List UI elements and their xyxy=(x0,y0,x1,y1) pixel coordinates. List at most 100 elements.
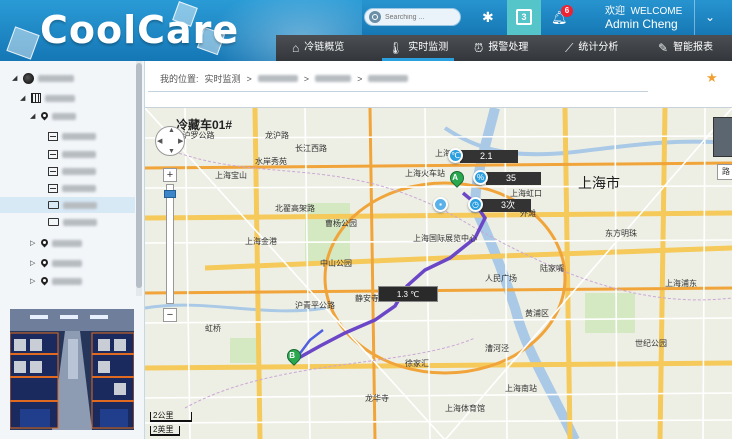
map-type-toggle[interactable] xyxy=(713,117,732,157)
user-name: Admin Cheng xyxy=(605,17,678,31)
breadcrumb-current[interactable]: 实时监测 xyxy=(205,72,241,85)
tree-item-location[interactable]: ◢ xyxy=(30,108,76,124)
alarm-clock-icon: ⏰︎ xyxy=(474,41,484,55)
map-label: 陆家嘴 xyxy=(540,264,564,273)
map-label: 上海体育馆 xyxy=(445,404,485,413)
map-label: 长江西路 xyxy=(295,144,327,153)
location-pin-icon xyxy=(41,277,48,286)
nav-item-reports[interactable]: ✎ 智能报表 xyxy=(658,35,713,61)
map-label: 中山公园 xyxy=(320,259,352,268)
pan-down-icon[interactable]: ▼ xyxy=(168,148,175,155)
zoom-slider-thumb[interactable] xyxy=(164,190,176,198)
realtime-map[interactable]: 冷藏车01# 2号沪罗公路 龙沪路 长江西路 水岸秀苑 上海宝山 上海金港 曹杨… xyxy=(145,107,732,439)
map-label: 人民广场 xyxy=(485,274,517,283)
tree-scrollbar-thumb[interactable] xyxy=(136,63,142,288)
expand-arrow-icon[interactable]: ▷ xyxy=(30,277,37,285)
redacted-label xyxy=(52,277,82,285)
nav-item-overview[interactable]: ⌂ 冷链概览 xyxy=(292,35,344,61)
report-icon: ✎ xyxy=(658,41,669,55)
map-label: 上海南站 xyxy=(505,384,537,393)
redacted-label xyxy=(62,184,96,192)
collapse-arrow-icon[interactable]: ◢ xyxy=(12,74,19,82)
zoom-slider[interactable] xyxy=(166,184,174,304)
scale-bar-mi: 2英里 xyxy=(150,426,180,436)
tree-item-truck-selected[interactable] xyxy=(0,197,135,213)
tree-item-sensor[interactable] xyxy=(48,163,96,179)
chevron-down-icon[interactable]: ⌄ xyxy=(705,10,717,24)
map-label: 曹杨公园 xyxy=(325,219,357,228)
nav-item-statistics[interactable]: ⟋ 统计分析 xyxy=(565,35,618,61)
breadcrumb-separator: > xyxy=(246,73,252,84)
search-input[interactable] xyxy=(385,11,457,24)
redacted-label xyxy=(45,94,75,102)
expand-arrow-icon[interactable]: ▷ xyxy=(30,239,37,247)
welcome-en: WELCOME xyxy=(630,6,683,17)
notification-badge: 6 xyxy=(561,5,573,17)
map-label: 上海火车站 xyxy=(405,169,445,178)
vehicle-marker[interactable]: ▪ xyxy=(433,197,448,212)
tree-item-root[interactable]: ◢ xyxy=(12,70,74,86)
breadcrumb-separator: > xyxy=(357,73,363,84)
pan-up-icon[interactable]: ▲ xyxy=(168,127,175,134)
map-label: 上海宝山 xyxy=(215,171,247,180)
redacted-label xyxy=(62,132,96,140)
tree-item-sensor[interactable] xyxy=(48,180,96,196)
pan-left-icon[interactable]: ◀ xyxy=(157,137,162,145)
nav-label: 实时监测 xyxy=(408,42,449,53)
divider xyxy=(694,0,695,35)
map-label: 漕河泾 xyxy=(485,344,509,353)
expand-arrow-icon[interactable]: ▷ xyxy=(30,259,37,267)
redacted-label xyxy=(368,75,409,82)
pan-right-icon[interactable]: ▶ xyxy=(178,137,183,145)
tree-item-truck[interactable] xyxy=(48,214,97,230)
redacted-label xyxy=(257,75,298,82)
search-box[interactable] xyxy=(364,8,461,26)
search-icon xyxy=(369,11,381,23)
pin-label: A xyxy=(452,173,459,183)
redacted-label xyxy=(38,74,74,82)
favorite-star-icon[interactable]: ★ xyxy=(706,70,718,86)
map-label: 龙沪路 xyxy=(265,131,289,140)
road-map-button[interactable]: 路 xyxy=(717,164,732,180)
redacted-label xyxy=(315,75,352,82)
map-label: 上海浦东 xyxy=(665,279,697,288)
zoom-in-button[interactable]: + xyxy=(163,168,177,182)
nav-label: 统计分析 xyxy=(578,42,619,53)
tree-item-warehouse[interactable]: ◢ xyxy=(20,90,75,106)
map-label: 虹桥 xyxy=(205,324,221,333)
tree-item-location[interactable]: ▷ xyxy=(30,273,82,289)
nav-label: 智能报表 xyxy=(673,42,714,53)
calendar-button[interactable]: 3 xyxy=(507,0,541,35)
sensor-icon xyxy=(48,149,58,159)
gear-icon[interactable]: ✱ xyxy=(482,10,496,24)
map-label: 水岸秀苑 xyxy=(255,157,287,166)
camera-feed-image xyxy=(10,309,134,430)
tree-item-location[interactable]: ▷ xyxy=(30,255,82,271)
humidity-marker[interactable]: % xyxy=(473,170,488,185)
tree-item-sensor[interactable] xyxy=(48,128,96,144)
tree-item-sensor[interactable] xyxy=(48,146,96,162)
nav-item-realtime[interactable]: 🌡︎ 实时监测 xyxy=(381,35,455,61)
map-pan-control[interactable]: ▲ ▼ ◀ ▶ xyxy=(155,126,185,156)
redacted-label xyxy=(62,167,96,175)
nav-item-alarms[interactable]: ⏰︎ 报警处理 xyxy=(474,35,528,61)
alarm-clock-icon[interactable]: ◷ xyxy=(468,197,483,212)
collapse-arrow-icon[interactable]: ◢ xyxy=(20,94,27,102)
building-icon xyxy=(31,93,41,103)
alarm-count-readout: 3次 xyxy=(481,199,531,212)
map-label: 上海金港 xyxy=(245,237,277,246)
temperature-marker[interactable]: ℃ xyxy=(448,148,463,163)
zoom-out-button[interactable]: − xyxy=(163,308,177,322)
tree-item-location[interactable]: ▷ xyxy=(30,235,82,251)
nav-label: 冷链概览 xyxy=(304,42,345,53)
humidity-readout: 35 xyxy=(486,172,541,185)
collapse-arrow-icon[interactable]: ◢ xyxy=(30,112,37,120)
sensor-icon xyxy=(48,166,58,176)
redacted-label xyxy=(52,239,82,247)
warehouse-camera-view[interactable] xyxy=(10,309,134,430)
sensor-icon xyxy=(48,183,58,193)
breadcrumb-prefix: 我的位置: xyxy=(160,74,199,84)
trend-chart-icon: ⟋ xyxy=(565,41,574,55)
temperature-tooltip: 1.3 ℃ xyxy=(378,286,438,302)
globe-icon xyxy=(23,72,34,84)
